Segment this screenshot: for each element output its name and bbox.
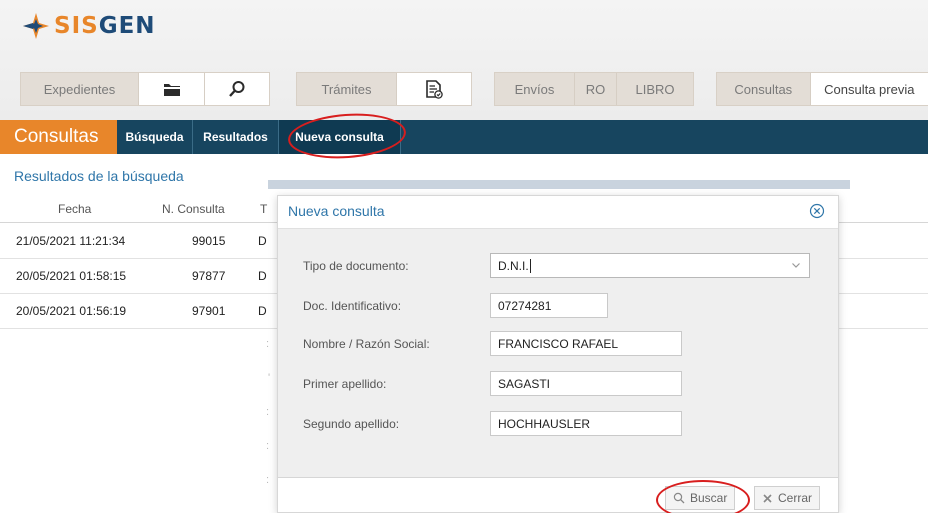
- nav-consulta-previa[interactable]: Consulta previa: [810, 73, 928, 105]
- background-text-fragment: :: [266, 474, 270, 486]
- modal-drag-bar[interactable]: [268, 180, 850, 189]
- nav-group-consultas: Consultas Consulta previa: [716, 72, 928, 106]
- nav-tramites-doc-button[interactable]: [397, 73, 471, 105]
- dialog-header: Nueva consulta: [278, 196, 838, 228]
- doc-identificativo-input[interactable]: 07274281: [490, 293, 608, 318]
- background-text-fragment: :: [266, 440, 270, 452]
- subnav-nueva-consulta[interactable]: Nueva consulta: [279, 120, 401, 154]
- segundo-apellido-input[interactable]: HOCHHAUSLER: [490, 411, 682, 436]
- dialog-body: Tipo de documento: D.N.I. Doc. Identific…: [278, 228, 838, 478]
- close-icon: [763, 493, 772, 503]
- cell-num: 99015: [192, 234, 226, 248]
- tipo-documento-value: D.N.I.: [498, 259, 529, 273]
- nav-consultas[interactable]: Consultas: [717, 73, 811, 105]
- close-circle-icon: [809, 203, 825, 219]
- cell-tipo: D: [258, 304, 267, 318]
- subnav-bar: Consultas Búsqueda Resultados Nueva cons…: [0, 120, 928, 154]
- col-header-n-consulta[interactable]: N. Consulta: [162, 202, 225, 216]
- label-tipo-documento: Tipo de documento:: [303, 259, 409, 273]
- col-header-fecha[interactable]: Fecha: [58, 202, 91, 216]
- dialog-title: Nueva consulta: [288, 203, 385, 219]
- nombre-input[interactable]: FRANCISCO RAFAEL: [490, 331, 682, 356]
- cell-num: 97877: [192, 269, 226, 283]
- logo-text: SISGEN: [54, 13, 156, 39]
- nav-libro[interactable]: LIBRO: [617, 73, 693, 105]
- dialog-close-button[interactable]: [809, 203, 825, 219]
- nueva-consulta-dialog: Nueva consulta Tipo de documento: D.N.I.…: [277, 195, 839, 513]
- results-title: Resultados de la búsqueda: [14, 168, 184, 184]
- subnav-resultados[interactable]: Resultados: [193, 120, 279, 154]
- folder-icon: [163, 83, 180, 96]
- app-window: SISGEN Expedientes Trámites Envíos RO LI…: [0, 0, 928, 513]
- nav-group-expedientes: Expedientes: [20, 72, 270, 106]
- cell-fecha: 20/05/2021 01:56:19: [16, 304, 127, 318]
- label-segundo-apellido: Segundo apellido:: [303, 417, 400, 431]
- nav-open-folder-button[interactable]: [139, 73, 205, 105]
- cell-tipo: D: [258, 269, 267, 283]
- header: SISGEN Expedientes Trámites Envíos RO LI…: [0, 0, 928, 120]
- document-edit-icon: [425, 79, 443, 99]
- cell-num: 97901: [192, 304, 226, 318]
- tipo-documento-select[interactable]: D.N.I.: [490, 253, 810, 278]
- nav-envios[interactable]: Envíos: [495, 73, 575, 105]
- nav-group-envios: Envíos RO LIBRO: [494, 72, 694, 106]
- background-text-fragment: :: [266, 406, 270, 418]
- chevron-down-icon: [792, 263, 800, 268]
- nav-group-tramites: Trámites: [296, 72, 472, 106]
- cerrar-label: Cerrar: [778, 491, 813, 505]
- nav-ro[interactable]: RO: [575, 73, 617, 105]
- search-icon: [229, 81, 245, 97]
- subnav-busqueda[interactable]: Búsqueda: [117, 120, 193, 154]
- buscar-label: Buscar: [690, 491, 728, 505]
- label-nombre: Nombre / Razón Social:: [303, 337, 430, 351]
- label-primer-apellido: Primer apellido:: [303, 377, 387, 391]
- background-text-fragment: ': [268, 372, 271, 384]
- col-header-tipo[interactable]: T: [260, 202, 267, 216]
- label-doc-identificativo: Doc. Identificativo:: [303, 299, 402, 313]
- logo-star-icon: [23, 13, 49, 39]
- subnav-title: Consultas: [0, 120, 117, 154]
- cell-tipo: D: [258, 234, 267, 248]
- background-text-fragment: :: [266, 338, 270, 350]
- buscar-button[interactable]: Buscar: [665, 486, 736, 510]
- search-icon: [673, 492, 685, 504]
- nav-tramites[interactable]: Trámites: [297, 73, 397, 105]
- cell-fecha: 21/05/2021 11:21:34: [16, 234, 126, 248]
- sisgen-logo[interactable]: SISGEN: [22, 12, 156, 40]
- primer-apellido-input[interactable]: SAGASTI: [490, 371, 682, 396]
- nav-search-button[interactable]: [205, 73, 269, 105]
- nav-expedientes[interactable]: Expedientes: [21, 73, 139, 105]
- cerrar-button[interactable]: Cerrar: [754, 486, 821, 510]
- cell-fecha: 20/05/2021 01:58:15: [16, 269, 127, 283]
